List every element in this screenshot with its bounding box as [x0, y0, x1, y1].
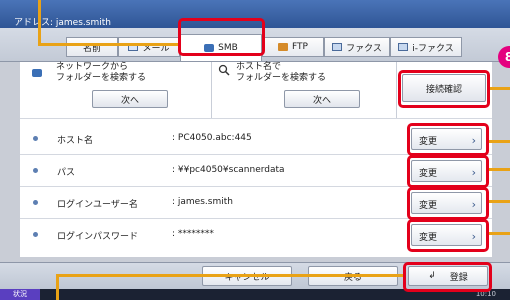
- callout-line: [488, 232, 510, 235]
- callout-line: [56, 274, 404, 277]
- search-icon: [218, 64, 230, 76]
- field-row-user: ログインユーザー名 : james.smith 変更 ›: [20, 188, 492, 218]
- settings-panel: ネットワークから フォルダーを検索する 次へ ホスト名で フォルダーを検索する …: [20, 62, 492, 257]
- status-time: 10:10: [475, 290, 496, 298]
- field-value: : james.smith: [172, 197, 233, 207]
- callout-line: [56, 274, 59, 300]
- tab-fax[interactable]: ファクス: [324, 37, 390, 57]
- field-value: : PC4050.abc:445: [172, 133, 252, 143]
- field-row-path: パス : ¥¥pc4050¥scannerdata 変更 ›: [20, 156, 492, 186]
- callout-line: [38, 43, 178, 46]
- status-bar: 状況 10:10: [0, 289, 510, 300]
- divider: [20, 218, 492, 219]
- status-tab[interactable]: 状況: [0, 289, 40, 300]
- step-number-badge: 8: [498, 46, 510, 68]
- bullet-icon: [33, 232, 38, 237]
- field-label: ログインパスワード: [57, 232, 139, 242]
- field-row-host: ホスト名 : PC4050.abc:445 変更 ›: [20, 124, 492, 154]
- title-bar: アドレス: james.smith: [0, 0, 510, 28]
- callout-line: [488, 87, 510, 90]
- change-user-button[interactable]: 変更 ›: [411, 192, 482, 214]
- tab-ftp[interactable]: FTP: [262, 37, 324, 57]
- folder-icon: [204, 44, 215, 52]
- ifax-icon: [398, 43, 409, 51]
- field-value: : ¥¥pc4050¥scannerdata: [172, 165, 285, 175]
- field-label: パス: [57, 168, 76, 178]
- tab-ifax[interactable]: i-ファクス: [390, 37, 462, 57]
- divider: [20, 186, 492, 187]
- connection-test-button[interactable]: 接続確認: [402, 74, 486, 102]
- field-label: ホスト名: [57, 136, 94, 146]
- callout-line: [38, 0, 41, 45]
- host-search-label: ホスト名で フォルダーを検索する: [236, 62, 327, 83]
- screen: アドレス: james.smith 名前 メール SMB FTP ファクス i-…: [0, 0, 510, 300]
- bullet-icon: [33, 168, 38, 173]
- address-label: アドレス: james.smith: [14, 18, 111, 28]
- chevron-right-icon: ›: [471, 230, 476, 243]
- divider: [20, 118, 492, 119]
- ftp-icon: [278, 43, 289, 51]
- tab-smb[interactable]: SMB: [180, 34, 262, 61]
- host-search-section: ホスト名で フォルダーを検索する 次へ: [212, 62, 397, 118]
- bullet-icon: [33, 136, 38, 141]
- callout-line: [488, 140, 510, 143]
- callout-line: [488, 168, 510, 171]
- field-value: : ********: [172, 229, 214, 239]
- network-search-section: ネットワークから フォルダーを検索する 次へ: [20, 62, 212, 118]
- tab-name[interactable]: 名前: [66, 37, 118, 57]
- register-button[interactable]: ↲ 登録: [408, 266, 488, 286]
- chevron-right-icon: ›: [471, 198, 476, 211]
- return-arrow-icon: ↲: [428, 271, 436, 281]
- bullet-icon: [33, 200, 38, 205]
- network-search-label: ネットワークから フォルダーを検索する: [56, 62, 147, 83]
- field-label: ログインユーザー名: [57, 200, 138, 210]
- chevron-right-icon: ›: [471, 134, 476, 147]
- change-password-button[interactable]: 変更 ›: [411, 224, 482, 246]
- chevron-right-icon: ›: [471, 166, 476, 179]
- tab-mail[interactable]: メール: [118, 37, 180, 57]
- host-next-button[interactable]: 次へ: [284, 90, 360, 108]
- fax-icon: [332, 43, 343, 51]
- network-folder-icon: [32, 69, 42, 77]
- change-path-button[interactable]: 変更 ›: [411, 160, 482, 182]
- callout-line: [488, 200, 510, 203]
- network-next-button[interactable]: 次へ: [92, 90, 168, 108]
- change-host-button[interactable]: 変更 ›: [411, 128, 482, 150]
- divider: [20, 154, 492, 155]
- field-row-password: ログインパスワード : ******** 変更 ›: [20, 220, 492, 250]
